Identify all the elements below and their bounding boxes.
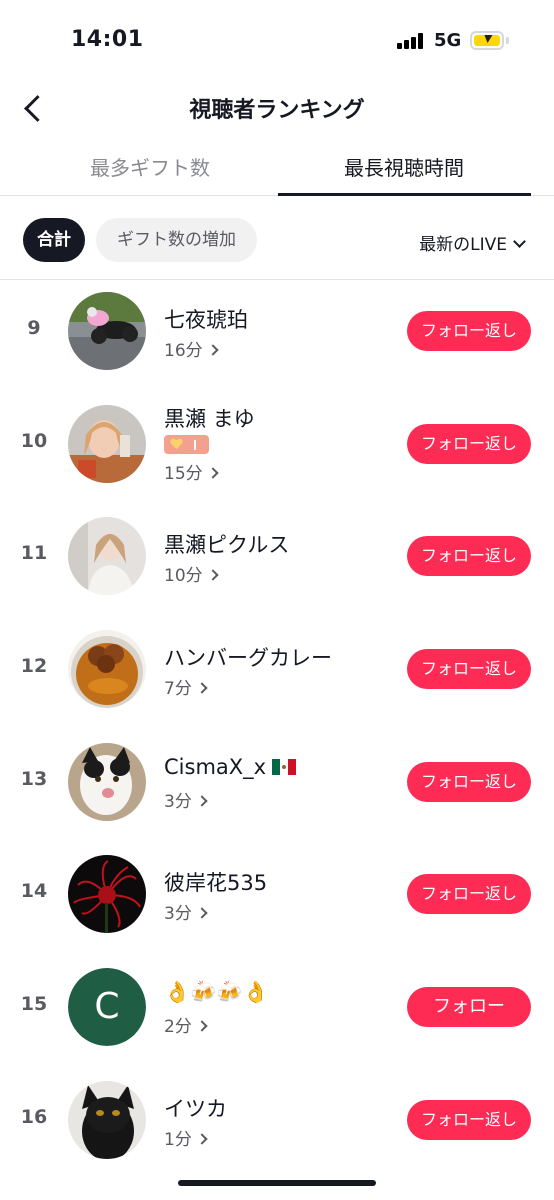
avatar[interactable]: C xyxy=(68,968,146,1047)
list-item[interactable]: 16 イツカ 1分 フォロー返し xyxy=(0,1069,554,1182)
chevron-right-icon xyxy=(206,569,219,582)
watch-duration[interactable]: 1分 xyxy=(164,1125,208,1150)
home-indicator xyxy=(178,1180,376,1186)
duration-text: 3分 xyxy=(164,791,192,812)
follow-back-button[interactable]: フォロー返し xyxy=(407,649,531,690)
user-name: 👌🍻🍻👌 xyxy=(164,980,269,1005)
active-tab-indicator xyxy=(278,193,531,196)
avatar[interactable] xyxy=(68,292,146,370)
watch-duration[interactable]: 3分 xyxy=(164,899,208,925)
battery-cap xyxy=(506,37,509,44)
watch-duration[interactable]: 3分 xyxy=(164,787,208,812)
user-name: 七夜琥珀 xyxy=(164,308,248,332)
user-name: 彼岸花535 xyxy=(164,871,268,896)
avatar[interactable] xyxy=(68,1080,146,1159)
screen: 14:01 5G 視聴者ランキング 最多ギフト数 最長視聴時間 合計 ギフト数の… xyxy=(0,0,554,1200)
chevron-right-icon xyxy=(196,907,208,920)
tab-most-gifts[interactable]: 最多ギフト数 xyxy=(24,152,276,181)
battery-icon xyxy=(470,31,504,50)
duration-text: 16分 xyxy=(164,341,203,361)
avatar[interactable] xyxy=(68,630,146,709)
curry-photo xyxy=(68,630,146,709)
badge-level-bar xyxy=(194,439,196,450)
avatar-letter: C xyxy=(68,968,146,1047)
filter-bar: 合計 ギフト数の増加 最新のLIVE xyxy=(0,210,554,280)
list-item[interactable]: 10 黒瀬 まゆ 15分 フォロー返し xyxy=(0,393,554,506)
avatar[interactable] xyxy=(68,742,146,821)
watch-duration[interactable]: 2分 xyxy=(164,1012,208,1038)
rank-number: 11 xyxy=(20,542,48,565)
woman-photo xyxy=(68,404,146,483)
watch-duration[interactable]: 7分 xyxy=(164,674,208,700)
duration-text: 3分 xyxy=(164,904,192,925)
total-chip[interactable]: 合計 xyxy=(23,218,85,262)
tab-bar: 最多ギフト数 最長視聴時間 xyxy=(0,140,554,196)
duration-text: 2分 xyxy=(164,1017,192,1038)
fan-badge xyxy=(164,434,209,454)
list-item[interactable]: 11 黒瀬ピクルス 10分 フォロー返し xyxy=(0,505,554,618)
follow-back-button[interactable]: フォロー返し xyxy=(407,536,531,577)
chevron-down-icon xyxy=(513,235,526,248)
chevron-right-icon xyxy=(206,344,219,356)
watch-duration[interactable]: 10分 xyxy=(164,561,219,587)
signal-icon xyxy=(397,33,427,49)
page-title: 視聴者ランキング xyxy=(189,98,365,123)
list-item[interactable]: 13 CismaX_x 3分 フォロー返し xyxy=(0,731,554,844)
header: 視聴者ランキング xyxy=(0,84,554,132)
rank-number: 10 xyxy=(20,429,48,452)
chevron-right-icon xyxy=(196,1020,208,1032)
live-dropdown-label: 最新のLIVE xyxy=(419,235,507,255)
girl-photo xyxy=(68,517,146,596)
chevron-right-icon xyxy=(196,795,208,807)
duration-text: 1分 xyxy=(164,1129,192,1150)
duration-text: 15分 xyxy=(164,463,203,484)
follow-button[interactable]: フォロー xyxy=(407,987,531,1028)
user-name: 黒瀬 まゆ xyxy=(164,406,255,431)
ranking-list: 9 七夜琥珀 16分 フォロー返し 10 黒瀬 まゆ 15分 フォロー返し 11… xyxy=(0,280,554,1182)
follow-back-button[interactable]: フォロー返し xyxy=(407,311,531,351)
follow-back-button[interactable]: フォロー返し xyxy=(407,423,531,464)
user-name-text: CismaX_x xyxy=(164,754,267,779)
user-name: イツカ xyxy=(164,1096,227,1121)
status-bar: 14:01 5G xyxy=(0,0,554,84)
follow-back-button[interactable]: フォロー返し xyxy=(407,1099,531,1140)
rank-number: 15 xyxy=(20,993,48,1016)
mexico-flag-icon xyxy=(272,758,297,775)
status-time: 14:01 xyxy=(71,27,144,52)
rank-number: 13 xyxy=(20,767,48,790)
list-item[interactable]: 15 C 👌🍻🍻👌 2分 フォロー xyxy=(0,956,554,1069)
network-label: 5G xyxy=(434,30,462,51)
chevron-right-icon xyxy=(196,682,208,694)
user-name: ハンバーグカレー xyxy=(164,646,332,671)
rank-number: 12 xyxy=(20,655,48,678)
list-item[interactable]: 14 彼岸花535 3分 フォロー返し xyxy=(0,843,554,956)
duration-text: 7分 xyxy=(164,679,192,700)
rank-number: 14 xyxy=(20,880,48,903)
tab-longest-watch-time[interactable]: 最長視聴時間 xyxy=(278,152,530,181)
motorbike-photo xyxy=(68,292,146,370)
watch-duration[interactable]: 15分 xyxy=(164,459,219,484)
black-cat-photo xyxy=(68,1080,146,1159)
gift-increase-chip[interactable]: ギフト数の増加 xyxy=(96,218,257,262)
chevron-right-icon xyxy=(206,467,219,479)
duration-text: 10分 xyxy=(164,566,203,587)
chevron-right-icon xyxy=(196,1133,208,1145)
user-name: 黒瀬ピクルス xyxy=(164,533,290,558)
list-item[interactable]: 12 ハンバーグカレー 7分 フォロー返し xyxy=(0,618,554,731)
avatar[interactable] xyxy=(68,404,146,483)
follow-back-button[interactable]: フォロー返し xyxy=(407,761,531,802)
user-name: CismaX_x xyxy=(164,754,297,779)
cat-photo xyxy=(68,742,146,821)
rank-number: 9 xyxy=(27,317,41,339)
list-item[interactable]: 9 七夜琥珀 16分 フォロー返し xyxy=(0,280,554,393)
heart-icon xyxy=(170,438,183,449)
follow-back-button[interactable]: フォロー返し xyxy=(407,874,531,915)
avatar[interactable] xyxy=(68,517,146,596)
live-dropdown[interactable]: 最新のLIVE xyxy=(419,230,526,255)
red-flower-photo xyxy=(68,855,146,934)
rank-number: 16 xyxy=(20,1105,48,1128)
avatar[interactable] xyxy=(68,855,146,934)
watch-duration[interactable]: 16分 xyxy=(164,336,219,361)
